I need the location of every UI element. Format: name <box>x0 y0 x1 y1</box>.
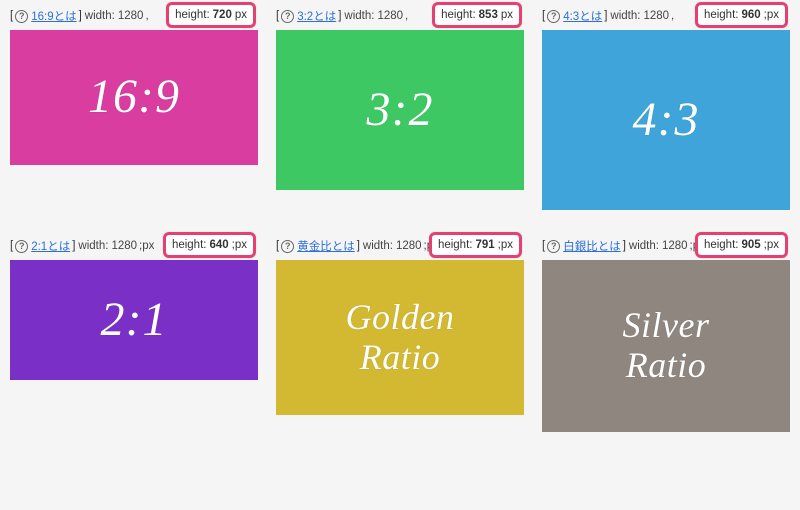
card-silver: Silver Ratio <box>542 260 790 432</box>
height-unit: ;px <box>232 239 247 251</box>
height-value: 905 <box>741 239 760 251</box>
height-label: height: <box>704 9 739 21</box>
height-box-32: height: 853 px <box>432 2 522 28</box>
link-169[interactable]: 16:9とは <box>31 8 76 24</box>
width-label: width: <box>85 10 115 22</box>
height-value: 960 <box>741 9 760 21</box>
help-icon: ? <box>281 10 294 23</box>
cell-21: [ ? 2:1とは ] width: 1280 ;px height: 640 … <box>10 238 258 432</box>
card-golden: Golden Ratio <box>276 260 524 415</box>
link-32[interactable]: 3:2とは <box>297 8 336 24</box>
help-icon: ? <box>15 240 28 253</box>
width-value: 1280 <box>396 240 422 252</box>
width-label: width: <box>629 240 659 252</box>
bracket-open: [ <box>542 240 545 252</box>
card-21: 2:1 <box>10 260 258 380</box>
width-label: width: <box>78 240 108 252</box>
width-value: 1280 <box>118 10 144 22</box>
link-21[interactable]: 2:1とは <box>31 238 70 254</box>
height-box-21: height: 640 ;px <box>163 232 256 258</box>
bracket-close: ] <box>79 10 82 22</box>
height-value: 853 <box>479 9 498 21</box>
help-icon: ? <box>547 240 560 253</box>
width-label: width: <box>363 240 393 252</box>
width-label: width: <box>344 10 374 22</box>
height-unit: px <box>235 9 247 21</box>
height-unit: px <box>501 9 513 21</box>
bracket-open: [ <box>10 240 13 252</box>
height-unit: ;px <box>764 239 779 251</box>
width-sep: , <box>671 10 674 22</box>
help-icon: ? <box>547 10 560 23</box>
width-value: 1280 <box>662 240 688 252</box>
height-value: 640 <box>209 239 228 251</box>
bracket-close: ] <box>357 240 360 252</box>
bracket-close: ] <box>604 10 607 22</box>
width-sep: , <box>145 10 148 22</box>
width-value: 1280 <box>111 240 137 252</box>
height-box-43: height: 960 ;px <box>695 2 788 28</box>
bracket-open: [ <box>542 10 545 22</box>
bracket-close: ] <box>338 10 341 22</box>
height-value: 720 <box>213 9 232 21</box>
height-value: 791 <box>475 239 494 251</box>
width-sep: ;px <box>139 240 154 252</box>
card-43: 4:3 <box>542 30 790 210</box>
height-label: height: <box>704 239 739 251</box>
help-icon: ? <box>15 10 28 23</box>
width-label: width: <box>610 10 640 22</box>
height-label: height: <box>175 9 210 21</box>
height-label: height: <box>441 9 476 21</box>
cell-43: [ ? 4:3とは ] width: 1280 , height: 960 ;p… <box>542 8 790 210</box>
card-32: 3:2 <box>276 30 524 190</box>
width-value: 1280 <box>643 10 669 22</box>
help-icon: ? <box>281 240 294 253</box>
link-golden[interactable]: 黄金比とは <box>297 238 355 254</box>
bracket-close: ] <box>72 240 75 252</box>
bracket-open: [ <box>276 10 279 22</box>
height-label: height: <box>438 239 473 251</box>
height-label: height: <box>172 239 207 251</box>
bracket-close: ] <box>623 240 626 252</box>
width-value: 1280 <box>377 10 403 22</box>
ratio-grid: [ ? 16:9とは ] width: 1280 , height: 720 p… <box>10 8 790 432</box>
link-43[interactable]: 4:3とは <box>563 8 602 24</box>
height-unit: ;px <box>764 9 779 21</box>
height-box-silver: height: 905 ;px <box>695 232 788 258</box>
height-box-golden: height: 791 ;px <box>429 232 522 258</box>
cell-silver: [ ? 白銀比とは ] width: 1280 ;px height: 905 … <box>542 238 790 432</box>
height-unit: ;px <box>498 239 513 251</box>
cell-golden: [ ? 黄金比とは ] width: 1280 ;px height: 791 … <box>276 238 524 432</box>
width-sep: , <box>405 10 408 22</box>
cell-32: [ ? 3:2とは ] width: 1280 , height: 853 px… <box>276 8 524 210</box>
link-silver[interactable]: 白銀比とは <box>563 238 621 254</box>
card-169: 16:9 <box>10 30 258 165</box>
height-box-169: height: 720 px <box>166 2 256 28</box>
cell-169: [ ? 16:9とは ] width: 1280 , height: 720 p… <box>10 8 258 210</box>
bracket-open: [ <box>10 10 13 22</box>
bracket-open: [ <box>276 240 279 252</box>
